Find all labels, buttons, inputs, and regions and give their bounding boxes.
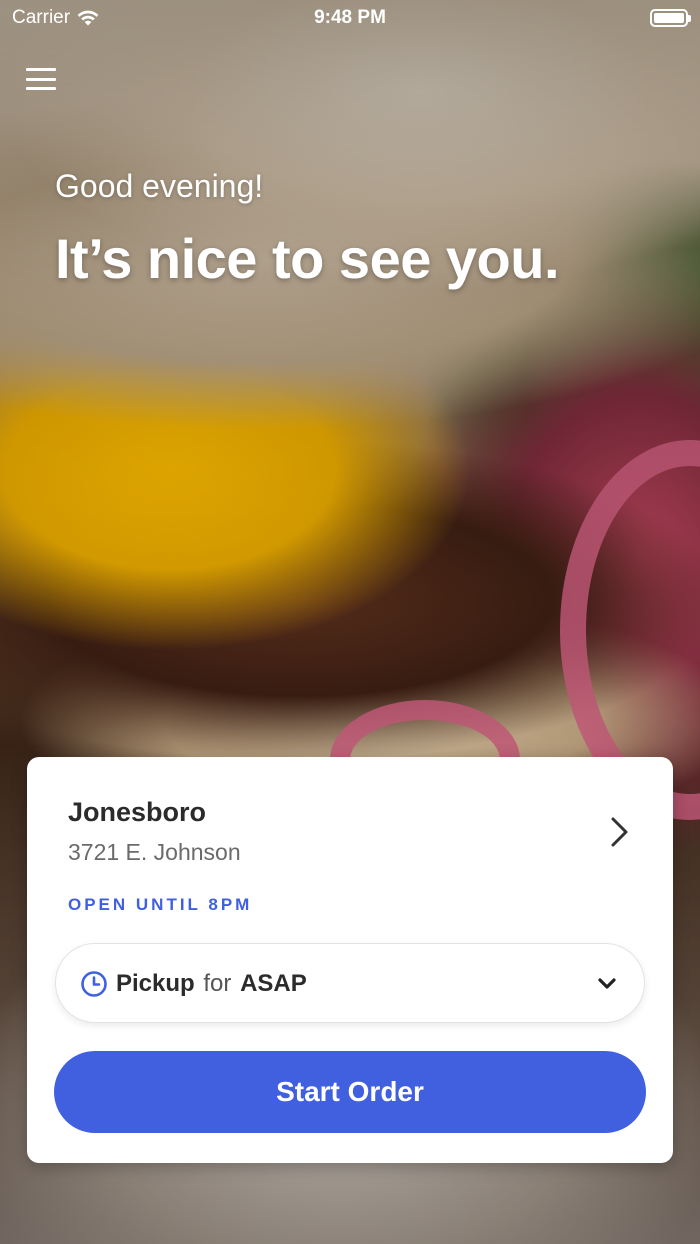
- store-name: Jonesboro: [68, 797, 207, 827]
- location-card: Jonesboro 3721 E. Johnson OPEN UNTIL 8PM…: [27, 757, 673, 1163]
- store-hours: OPEN UNTIL 8PM: [68, 895, 253, 914]
- chevron-down-icon: [598, 978, 616, 989]
- order-type-dropdown[interactable]: Pickup for ASAP: [55, 943, 645, 1023]
- clock-icon: [81, 971, 107, 997]
- start-order-button[interactable]: Start Order: [54, 1051, 646, 1133]
- greeting-text: Good evening!: [55, 168, 264, 204]
- order-mode: Pickup: [116, 970, 195, 997]
- battery-icon: [650, 9, 691, 27]
- order-type-label: Pickup for ASAP: [116, 970, 307, 998]
- status-bar: Carrier 9:48 PM: [0, 0, 700, 40]
- chevron-right-icon: [611, 817, 628, 847]
- status-time: 9:48 PM: [314, 7, 386, 28]
- store-address: 3721 E. Johnson: [68, 839, 241, 865]
- hamburger-menu-icon[interactable]: [24, 64, 58, 94]
- store-selector[interactable]: Jonesboro 3721 E. Johnson: [27, 757, 673, 877]
- page-title: It’s nice to see you.: [55, 227, 560, 290]
- order-time: ASAP: [240, 970, 307, 997]
- order-connector: for: [203, 970, 232, 997]
